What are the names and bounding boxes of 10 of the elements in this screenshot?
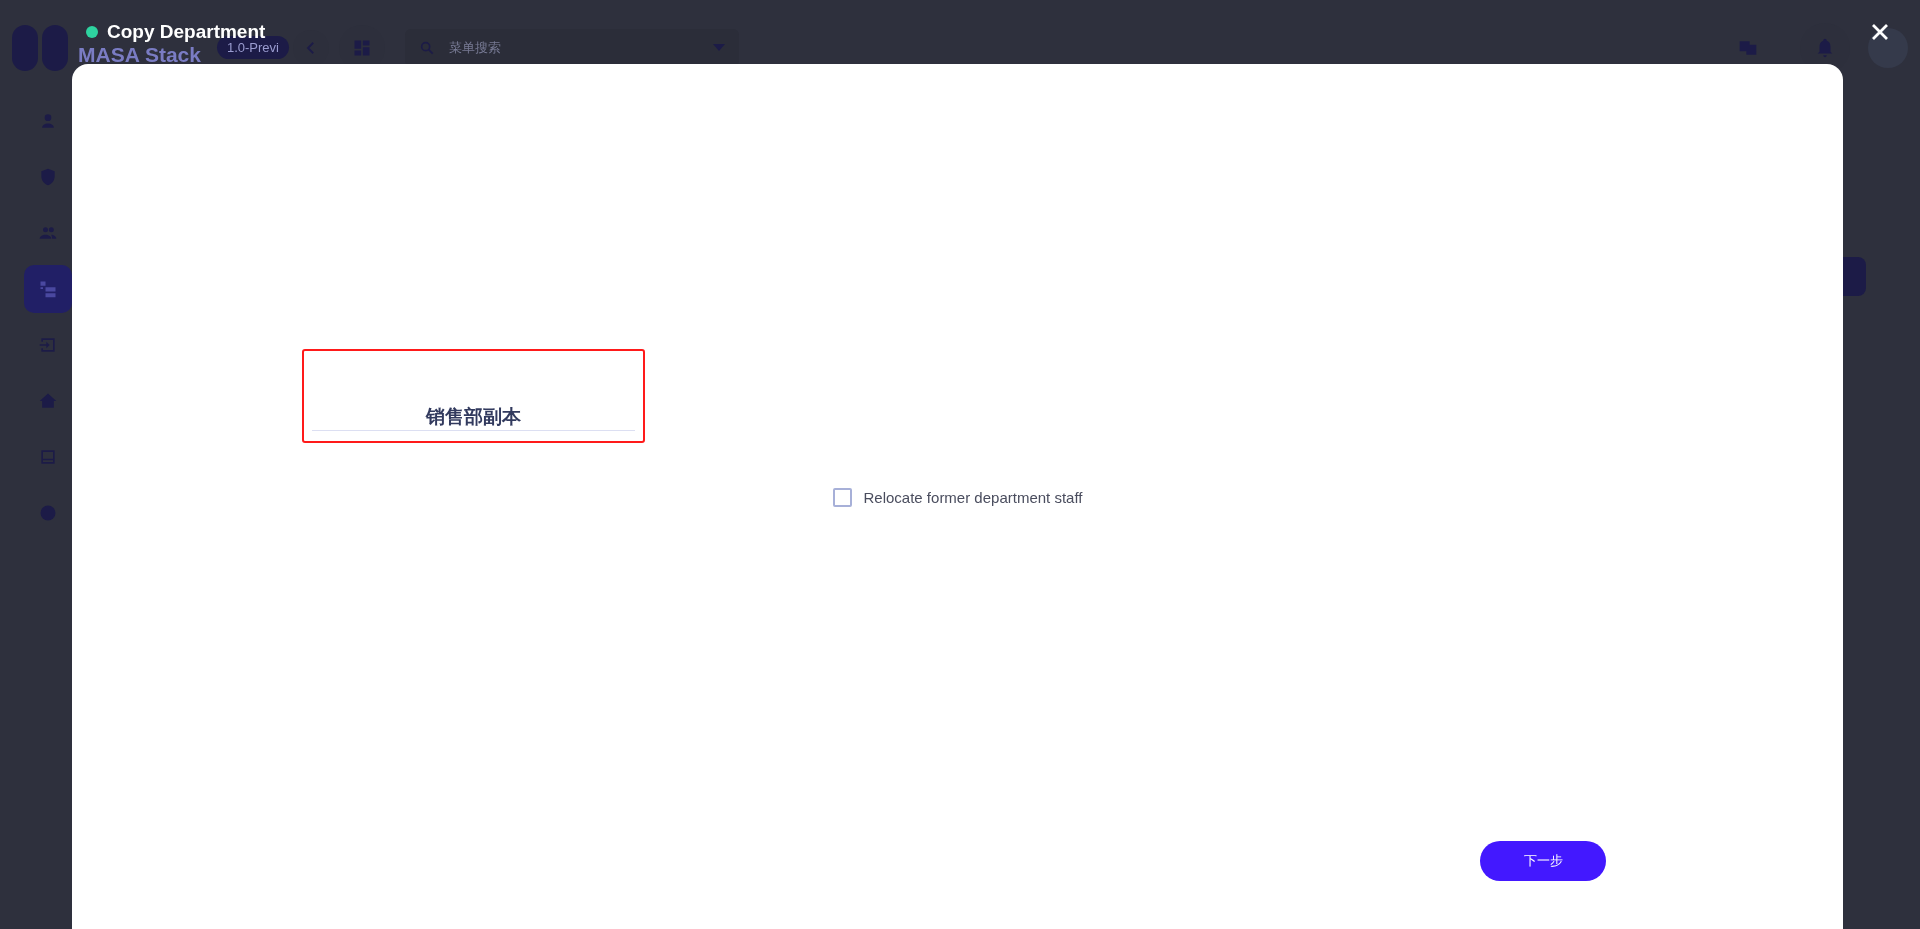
logo-title: MASA Stack [78, 44, 201, 65]
sidebar-item[interactable] [24, 265, 72, 313]
checkbox-label: Relocate former department staff [863, 489, 1083, 506]
next-button[interactable]: 下一步 [1480, 841, 1606, 881]
name-field[interactable]: 销售部副本 [302, 349, 645, 443]
user-avatar[interactable] [1868, 27, 1908, 68]
status-dot [86, 26, 98, 38]
hierarchy-icon [38, 279, 58, 299]
checkbox[interactable] [832, 488, 852, 507]
search-field[interactable]: 菜单搜索 [404, 28, 739, 67]
